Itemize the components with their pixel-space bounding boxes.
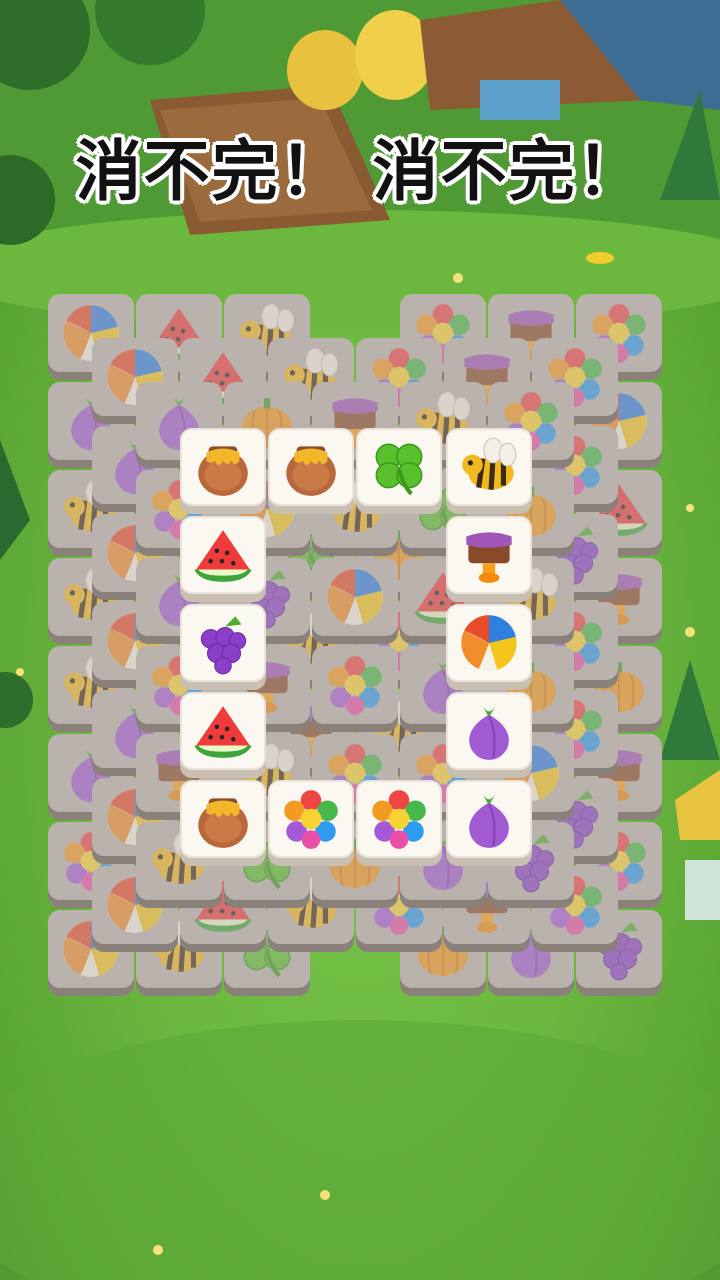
beach-ball-icon <box>456 610 522 676</box>
tile[interactable] <box>268 428 354 514</box>
honey-pot-icon <box>278 434 344 500</box>
honey-pot-icon <box>190 434 256 500</box>
tile[interactable] <box>180 428 266 514</box>
tile[interactable] <box>446 780 532 866</box>
covered-tile <box>312 646 398 732</box>
honey-pot-icon <box>190 786 256 852</box>
flower-icon <box>366 786 432 852</box>
tile[interactable] <box>356 780 442 866</box>
game-scene: 消不完！ 消不完！ <box>0 0 720 1280</box>
tile[interactable] <box>446 428 532 514</box>
tile[interactable] <box>446 516 532 602</box>
headline-text: 消不完！ 消不完！ <box>75 133 645 210</box>
tile[interactable] <box>180 692 266 778</box>
cake-icon <box>456 522 522 588</box>
onion-icon <box>456 698 522 764</box>
flower-icon <box>278 786 344 852</box>
tile[interactable] <box>446 604 532 690</box>
bee-icon <box>456 434 522 500</box>
watermelon-icon <box>190 522 256 588</box>
tile[interactable] <box>180 604 266 690</box>
onion-icon <box>456 786 522 852</box>
tile[interactable] <box>356 428 442 514</box>
grapes-icon <box>190 610 256 676</box>
tile[interactable] <box>446 692 532 778</box>
watermelon-icon <box>190 698 256 764</box>
beach-ball-icon <box>322 564 388 630</box>
tile[interactable] <box>180 516 266 602</box>
tile[interactable] <box>180 780 266 866</box>
tile[interactable] <box>268 780 354 866</box>
flower-icon <box>322 652 388 718</box>
clover-icon <box>366 434 432 500</box>
covered-tile <box>312 558 398 644</box>
